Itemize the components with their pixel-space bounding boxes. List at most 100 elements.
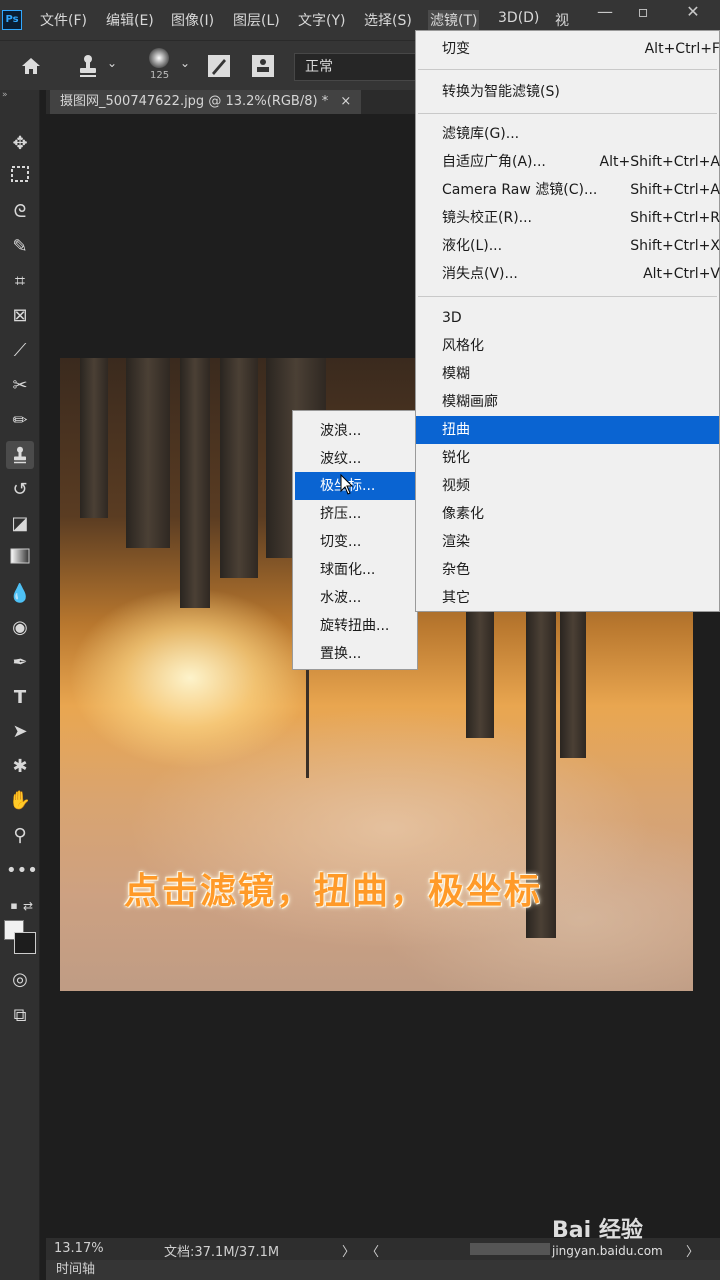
filter-menu-item-last-filter[interactable]: 切变 Alt+Ctrl+F bbox=[416, 35, 720, 63]
zoom-tool-icon[interactable]: ⚲ bbox=[6, 822, 34, 850]
scroll-left-icon[interactable]: 〈 bbox=[366, 1241, 379, 1260]
blend-mode-select[interactable]: 正常 bbox=[294, 53, 419, 81]
menu-3d[interactable]: 3D(D) bbox=[498, 10, 539, 26]
watermark-url: jingyan.baidu.com bbox=[552, 1244, 663, 1258]
mouse-cursor-icon bbox=[340, 474, 354, 495]
crop-tool-icon[interactable]: ⌗ bbox=[6, 268, 34, 296]
menu-separator bbox=[418, 113, 717, 114]
home-icon[interactable] bbox=[19, 54, 43, 78]
zoom-level[interactable]: 13.17% bbox=[54, 1241, 104, 1256]
filter-menu-item-blur[interactable]: 模糊 bbox=[416, 360, 719, 388]
toggle-clone-source-icon[interactable] bbox=[250, 53, 276, 79]
filter-menu-item-3d[interactable]: 3D bbox=[416, 304, 719, 332]
document-tab[interactable]: 摄图网_500747622.jpg @ 13.2%(RGB/8) * × bbox=[50, 90, 362, 114]
swap-colors-icon[interactable]: ⇄ bbox=[14, 892, 42, 920]
submenu-item-twirl[interactable]: 旋转扭曲... bbox=[295, 612, 415, 640]
filter-menu-item-distort[interactable]: 扭曲 bbox=[416, 416, 719, 444]
filter-menu-item-sharpen[interactable]: 锐化 bbox=[416, 444, 719, 472]
submenu-item-shear[interactable]: 切变... bbox=[295, 528, 415, 556]
submenu-item-ripple[interactable]: 波纹... bbox=[295, 445, 415, 473]
submenu-item-spherize[interactable]: 球面化... bbox=[295, 556, 415, 584]
menu-type[interactable]: 文字(Y) bbox=[298, 10, 345, 30]
toggle-brush-panel-icon[interactable] bbox=[206, 53, 232, 79]
filter-menu-item-liquify[interactable]: 液化(L)... Shift+Ctrl+X bbox=[416, 232, 720, 260]
gradient-tool-icon[interactable] bbox=[6, 545, 34, 573]
shape-tool-icon[interactable]: ✱ bbox=[6, 753, 34, 781]
background-color-swatch[interactable] bbox=[14, 932, 36, 954]
scroll-right-icon[interactable]: 〉 bbox=[686, 1241, 699, 1260]
minimize-icon[interactable]: — bbox=[594, 4, 616, 22]
filter-menu-item-convert-smart-filter[interactable]: 转换为智能滤镜(S) bbox=[416, 78, 719, 106]
shortcut-label: Alt+Ctrl+F bbox=[644, 41, 720, 57]
horizontal-scrollbar-thumb[interactable] bbox=[470, 1243, 550, 1255]
lasso-tool-icon[interactable]: ᘓ bbox=[6, 198, 34, 226]
menu-select[interactable]: 选择(S) bbox=[364, 10, 412, 30]
screen-mode-icon[interactable]: ⧉ bbox=[6, 1002, 34, 1030]
path-select-tool-icon[interactable]: ➤ bbox=[6, 718, 34, 746]
tools-panel: » ✥ ᘓ ✎ ⌗ ⊠ ⟋ ✂ ✏ ↺ ◪ 💧 ◉ ✒ T ➤ ✱ ✋ ⚲ ••… bbox=[0, 90, 40, 1280]
filter-menu-item-vanishing-point[interactable]: 消失点(V)... Alt+Ctrl+V bbox=[416, 260, 720, 288]
submenu-item-polar-coordinates[interactable]: 极坐标... bbox=[295, 472, 415, 500]
filter-menu-item-noise[interactable]: 杂色 bbox=[416, 556, 719, 584]
move-tool-icon[interactable]: ✥ bbox=[6, 130, 34, 158]
baidu-jingyan-watermark: Bai 经验 bbox=[552, 1218, 643, 1243]
filter-menu-item-render[interactable]: 渲染 bbox=[416, 528, 719, 556]
submenu-item-wave[interactable]: 波浪... bbox=[295, 417, 415, 445]
shortcut-label: Shift+Ctrl+R bbox=[630, 210, 720, 226]
building-shape bbox=[180, 358, 210, 608]
healing-brush-tool-icon[interactable]: ✂ bbox=[6, 372, 34, 400]
menu-file[interactable]: 文件(F) bbox=[40, 10, 87, 30]
photoshop-logo-icon: Ps bbox=[2, 10, 22, 30]
menu-image[interactable]: 图像(I) bbox=[171, 10, 214, 30]
antenna-shape bbox=[306, 658, 309, 778]
shortcut-label: Alt+Shift+Ctrl+A bbox=[599, 154, 720, 170]
chevron-down-icon[interactable]: ⌄ bbox=[180, 56, 190, 70]
frame-tool-icon[interactable]: ⊠ bbox=[6, 302, 34, 330]
quick-mask-icon[interactable]: ◎ bbox=[6, 966, 34, 994]
filter-menu-item-pixelate[interactable]: 像素化 bbox=[416, 500, 719, 528]
eyedropper-tool-icon[interactable]: ⟋ bbox=[6, 337, 34, 365]
collapse-panel-icon[interactable]: » bbox=[2, 90, 8, 100]
status-menu-arrow-icon[interactable]: 〉 bbox=[342, 1241, 355, 1260]
shortcut-label: Shift+Ctrl+X bbox=[630, 238, 720, 254]
submenu-item-zigzag[interactable]: 水波... bbox=[295, 584, 415, 612]
building-shape bbox=[220, 358, 258, 578]
blur-tool-icon[interactable]: 💧 bbox=[6, 580, 34, 608]
shortcut-label: Shift+Ctrl+A bbox=[630, 182, 720, 198]
menu-filter[interactable]: 滤镜(T) bbox=[428, 10, 480, 30]
timeline-panel-tab[interactable]: 时间轴 bbox=[46, 1260, 720, 1280]
filter-menu-item-camera-raw[interactable]: Camera Raw 滤镜(C)... Shift+Ctrl+A bbox=[416, 176, 720, 204]
menu-view[interactable]: 视 bbox=[555, 10, 569, 30]
close-tab-icon[interactable]: × bbox=[340, 94, 351, 109]
menu-edit[interactable]: 编辑(E) bbox=[106, 10, 154, 30]
brush-tool-icon[interactable]: ✏ bbox=[6, 407, 34, 435]
filter-menu-item-stylize[interactable]: 风格化 bbox=[416, 332, 719, 360]
building-shape bbox=[126, 358, 170, 548]
submenu-item-pinch[interactable]: 挤压... bbox=[295, 500, 415, 528]
history-brush-tool-icon[interactable]: ↺ bbox=[6, 476, 34, 504]
filter-menu-item-video[interactable]: 视频 bbox=[416, 472, 719, 500]
filter-menu-item-lens-correction[interactable]: 镜头校正(R)... Shift+Ctrl+R bbox=[416, 204, 720, 232]
more-tools-icon[interactable]: ••• bbox=[6, 857, 38, 885]
filter-menu-item-blur-gallery[interactable]: 模糊画廊 bbox=[416, 388, 719, 416]
marquee-tool-icon[interactable] bbox=[6, 164, 34, 192]
menu-separator bbox=[418, 296, 717, 297]
clone-stamp-tool-icon[interactable] bbox=[6, 441, 34, 469]
menu-layer[interactable]: 图层(L) bbox=[233, 10, 280, 30]
chevron-down-icon[interactable]: ⌄ bbox=[107, 56, 117, 70]
hand-tool-icon[interactable]: ✋ bbox=[6, 787, 34, 815]
submenu-item-displace[interactable]: 置换... bbox=[295, 640, 415, 668]
pen-tool-icon[interactable]: ✒ bbox=[6, 649, 34, 677]
close-window-icon[interactable]: ✕ bbox=[682, 4, 704, 22]
quick-select-tool-icon[interactable]: ✎ bbox=[6, 233, 34, 261]
type-tool-icon[interactable]: T bbox=[6, 684, 34, 712]
eraser-tool-icon[interactable]: ◪ bbox=[6, 510, 34, 538]
clone-stamp-icon[interactable] bbox=[76, 53, 100, 79]
maximize-icon[interactable]: ▫ bbox=[632, 4, 654, 22]
filter-menu-item-filter-gallery[interactable]: 滤镜库(G)... bbox=[416, 120, 719, 148]
menu-separator bbox=[418, 69, 717, 70]
filter-menu-item-other[interactable]: 其它 bbox=[416, 584, 719, 612]
filter-menu-item-adaptive-wide-angle[interactable]: 自适应广角(A)... Alt+Shift+Ctrl+A bbox=[416, 148, 720, 176]
brush-preset-icon[interactable] bbox=[146, 45, 172, 71]
dodge-tool-icon[interactable]: ◉ bbox=[6, 614, 34, 642]
